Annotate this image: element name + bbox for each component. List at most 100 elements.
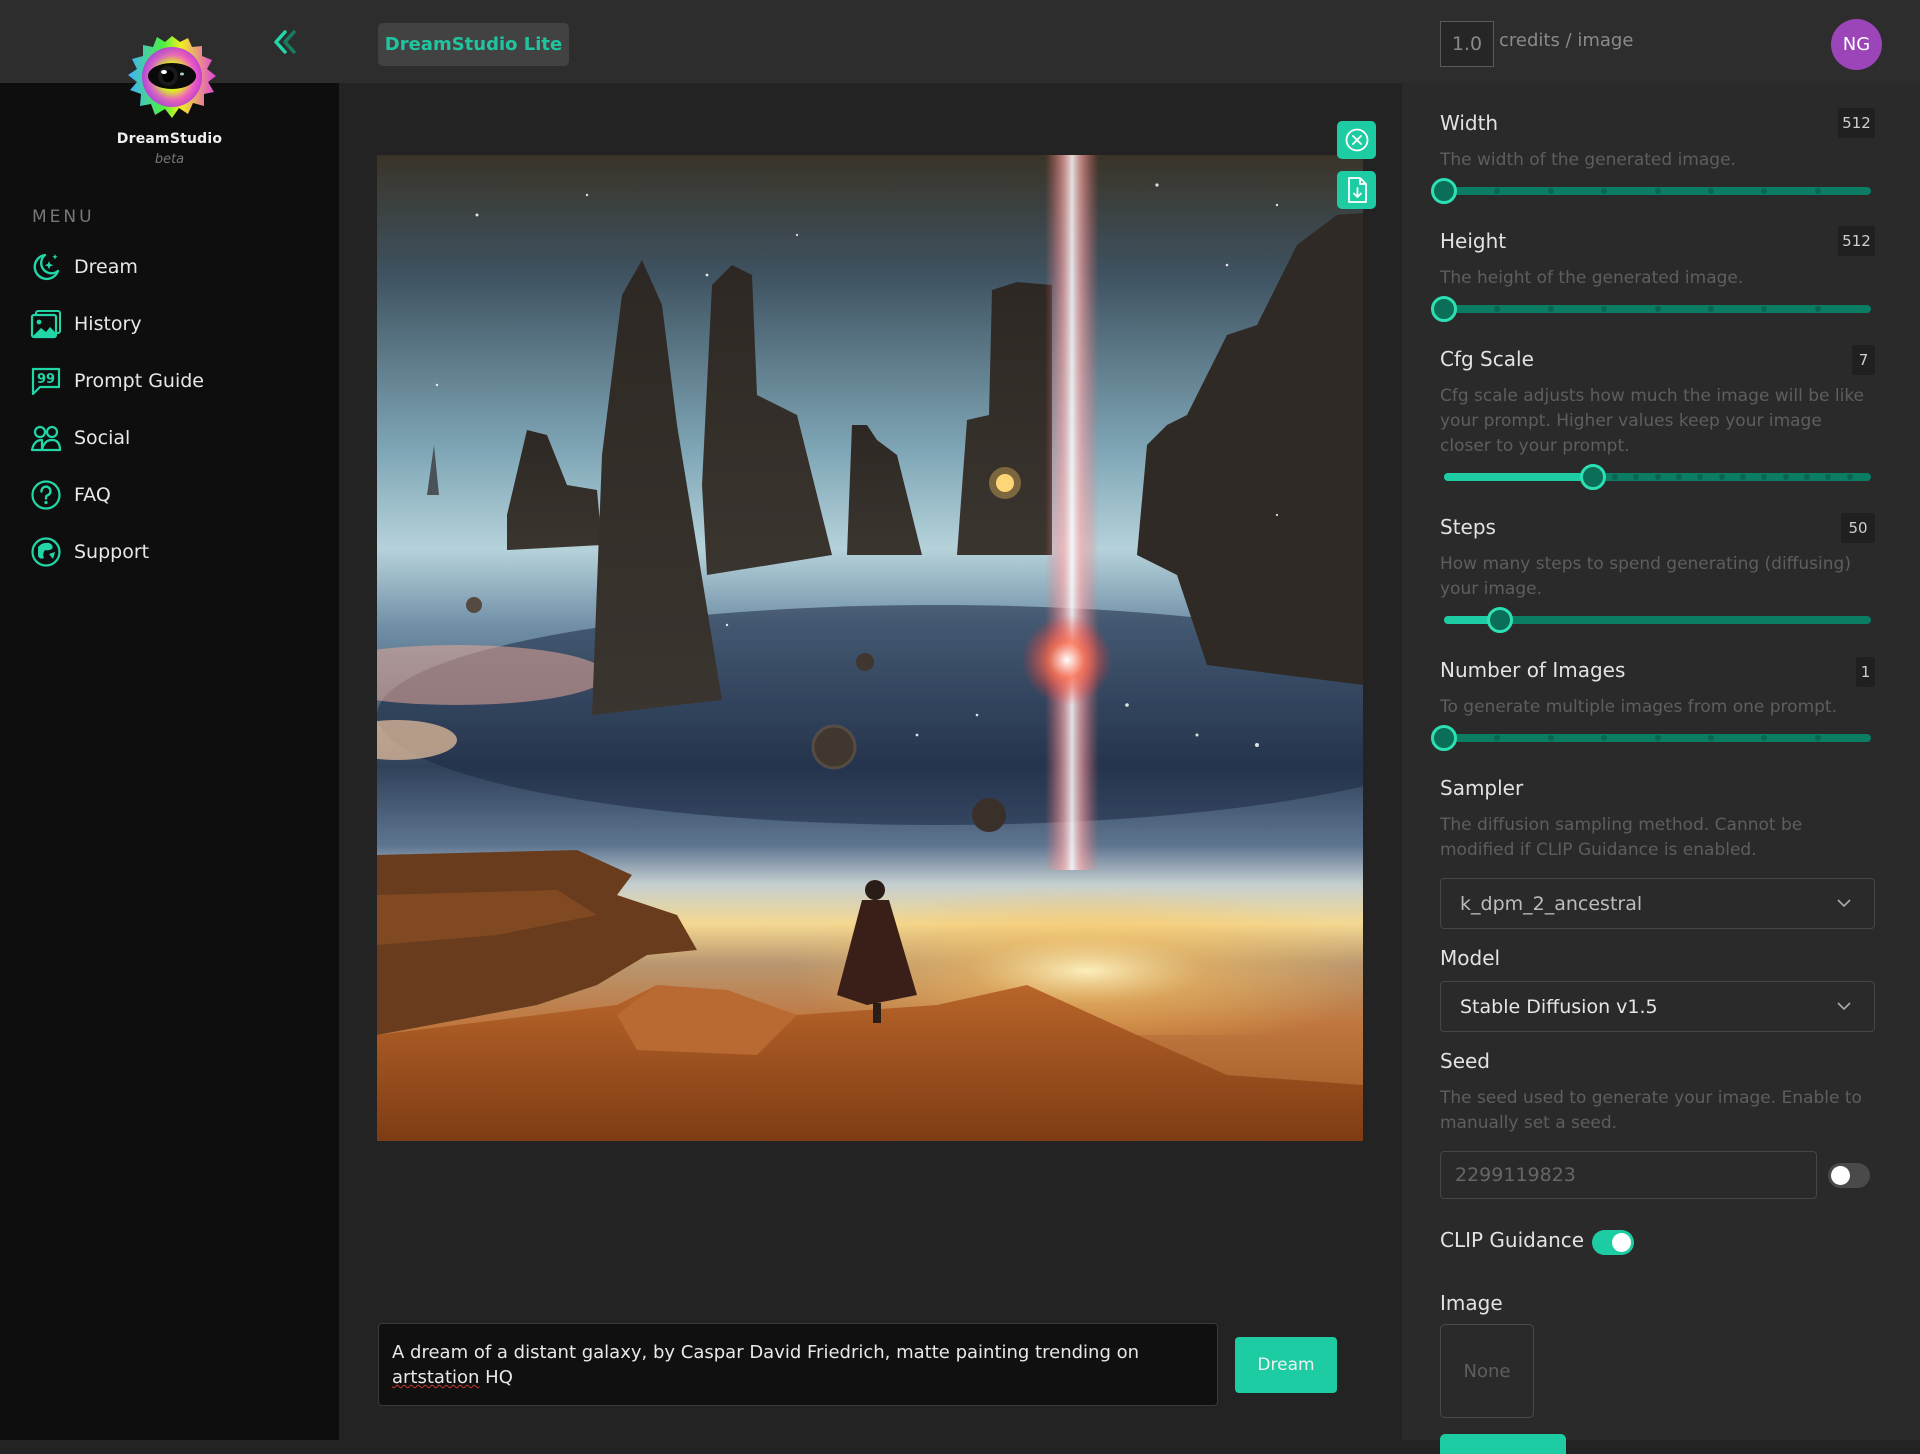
slider-tick [1547, 735, 1554, 741]
prompt-misspelled-word: artstation [392, 1367, 480, 1388]
clip-guidance-toggle[interactable] [1592, 1230, 1634, 1255]
sidebar-item-label: Dream [74, 256, 138, 278]
num-images-slider[interactable] [1431, 725, 1871, 751]
sidebar-item-label: FAQ [74, 484, 111, 506]
sidebar-item-prompt-guide[interactable]: 99 Prompt Guide [30, 361, 204, 401]
chevron-down-icon [1837, 1002, 1851, 1011]
sampler-description: The diffusion sampling method. Cannot be… [1440, 815, 1803, 860]
num-images-description: To generate multiple images from one pro… [1440, 697, 1837, 717]
generated-image[interactable] [377, 155, 1363, 1141]
prompt-text-end: HQ [479, 1367, 513, 1388]
slider-tick [1654, 306, 1661, 312]
slider-tick [1814, 306, 1821, 312]
svg-text:99: 99 [37, 372, 55, 387]
brand-name: DreamStudio [116, 131, 223, 147]
slider-tick [1675, 474, 1682, 480]
height-slider[interactable] [1431, 296, 1871, 322]
slider-tick [1654, 474, 1661, 480]
moon-stars-icon [33, 253, 60, 281]
product-badge[interactable]: DreamStudio Lite [378, 23, 569, 66]
sampler-label: Sampler [1440, 776, 1524, 800]
slider-tick [1718, 474, 1725, 480]
sidebar-item-support[interactable]: Support [30, 532, 149, 572]
slider-tick [1654, 735, 1661, 741]
sidebar-item-label: Social [74, 427, 131, 449]
slider-thumb[interactable] [1431, 725, 1457, 751]
cfg-scale-value: 7 [1852, 345, 1875, 375]
slider-thumb[interactable] [1431, 178, 1457, 204]
width-value: 512 [1838, 108, 1875, 138]
upload-image-button[interactable] [1440, 1434, 1566, 1454]
slider-tick [1803, 474, 1810, 480]
cfg-scale-label: Cfg Scale [1440, 347, 1534, 371]
slider-tick [1707, 188, 1714, 194]
model-selected-value: Stable Diffusion v1.5 [1460, 995, 1658, 1018]
width-slider[interactable] [1431, 178, 1871, 204]
model-select[interactable]: Stable Diffusion v1.5 [1440, 981, 1875, 1032]
model-label: Model [1440, 946, 1501, 970]
seed-manual-toggle[interactable] [1828, 1163, 1870, 1188]
slider-tick [1846, 474, 1853, 480]
cfg-scale-slider[interactable] [1444, 464, 1871, 490]
seed-description: The seed used to generate your image. En… [1440, 1088, 1862, 1133]
sidebar-item-history[interactable]: History [30, 304, 142, 344]
slider-tick [1782, 474, 1789, 480]
steps-description: How many steps to spend generating (diff… [1440, 554, 1851, 599]
slider-tick [1547, 188, 1554, 194]
download-image-button[interactable] [1337, 171, 1376, 209]
slider-tick [1654, 188, 1661, 194]
num-images-label: Number of Images [1440, 658, 1626, 682]
question-circle-icon [31, 480, 61, 510]
credits-per-image-label: credits / image [1499, 30, 1634, 51]
close-image-button[interactable] [1337, 121, 1376, 159]
clip-guidance-label: CLIP Guidance [1440, 1228, 1585, 1252]
prompt-input[interactable]: A dream of a distant galaxy, by Caspar D… [378, 1323, 1218, 1406]
height-value: 512 [1838, 226, 1875, 256]
slider-tick [1707, 735, 1714, 741]
quote-bubble-icon: 99 [31, 367, 61, 396]
sidebar-item-label: Support [74, 541, 150, 563]
width-description: The width of the generated image. [1440, 150, 1736, 170]
dream-button[interactable]: Dream [1235, 1337, 1337, 1393]
toggle-knob [1612, 1233, 1631, 1252]
sidebar-item-social[interactable]: Social [30, 418, 130, 458]
close-circle-icon [1345, 128, 1368, 152]
sampler-selected-value: k_dpm_2_ancestral [1460, 892, 1643, 915]
height-description: The height of the generated image. [1440, 268, 1744, 288]
steps-value: 50 [1841, 513, 1875, 543]
steps-slider[interactable] [1444, 607, 1871, 633]
sidebar-item-label: History [74, 313, 142, 335]
height-label: Height [1440, 229, 1507, 253]
collapse-sidebar-icon[interactable] [270, 26, 302, 58]
chevron-down-icon [1837, 899, 1851, 908]
dreamstudio-logo-icon [128, 36, 216, 118]
images-icon [30, 310, 61, 339]
slider-thumb[interactable] [1486, 607, 1513, 633]
credits-per-image-value: 1.0 [1440, 21, 1494, 67]
brand-subtitle: beta [154, 152, 185, 167]
steps-label: Steps [1440, 515, 1496, 539]
init-image-label: Image [1440, 1291, 1503, 1315]
user-avatar[interactable]: NG [1831, 19, 1882, 70]
num-images-value: 1 [1856, 657, 1875, 687]
sidebar-item-faq[interactable]: FAQ [30, 475, 111, 515]
file-download-icon [1347, 177, 1367, 203]
sidebar-item-label: Prompt Guide [74, 370, 204, 392]
sidebar-item-dream[interactable]: Dream [30, 247, 138, 287]
slider-tick [1547, 306, 1554, 312]
sampler-select[interactable]: k_dpm_2_ancestral [1440, 878, 1875, 929]
cfg-scale-description: Cfg scale adjusts how much the image wil… [1440, 386, 1865, 456]
support-globe-icon [31, 537, 61, 567]
init-image-slot[interactable]: None [1440, 1324, 1534, 1418]
slider-fill [1444, 473, 1594, 481]
seed-label: Seed [1440, 1049, 1490, 1073]
menu-title: MENU [32, 207, 95, 227]
slider-tick [1739, 474, 1746, 480]
slider-thumb[interactable] [1431, 296, 1457, 322]
users-icon [30, 425, 62, 452]
slider-tick [1814, 188, 1821, 194]
seed-input[interactable] [1440, 1151, 1817, 1199]
width-label: Width [1440, 111, 1499, 135]
slider-tick [1611, 474, 1618, 480]
slider-tick [1814, 735, 1821, 741]
